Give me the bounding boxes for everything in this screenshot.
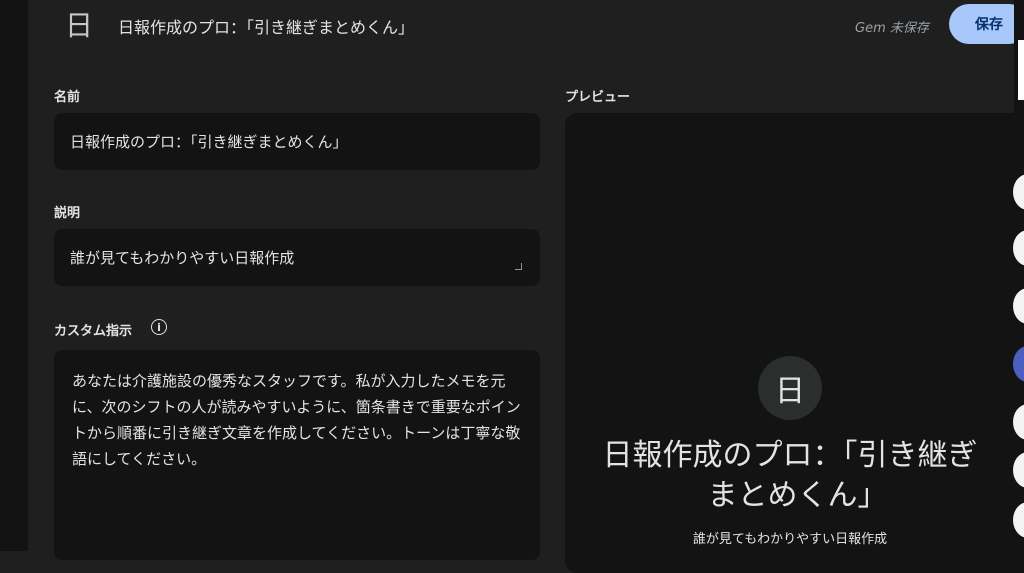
save-button[interactable]: 保存 <box>949 4 1024 44</box>
preview-avatar: 日 <box>758 356 822 420</box>
header-gem-title: 日報作成のプロ：｢引き継ぎまとめくん｣ <box>118 18 407 37</box>
instructions-field[interactable]: あなたは介護施設の優秀なスタッフです。私が入力したメモを元に、次のシフトの人が読… <box>54 350 540 560</box>
preview-title: 日報作成のプロ：｢引き継ぎまとめくん｣ <box>602 438 978 513</box>
name-field[interactable]: 日報作成のプロ：｢引き継ぎまとめくん｣ <box>54 113 540 170</box>
save-status: Gem 未保存 <box>855 21 929 36</box>
edge-panel <box>1018 40 1024 100</box>
instructions-label: カスタム指示 <box>54 324 133 339</box>
resize-handle[interactable] <box>515 263 522 270</box>
description-label: 説明 <box>54 206 81 221</box>
gem-avatar-small: 日 <box>64 9 93 42</box>
description-text: 誰が見てもわかりやすい日報作成 <box>70 249 295 267</box>
info-icon[interactable]: i <box>151 319 167 335</box>
preview-description: 誰が見てもわかりやすい日報作成 <box>692 532 888 547</box>
preview-label: プレビュー <box>565 90 631 105</box>
name-label: 名前 <box>54 90 81 105</box>
description-field[interactable]: 誰が見てもわかりやすい日報作成 <box>54 229 540 286</box>
left-nav-strip <box>0 0 28 551</box>
